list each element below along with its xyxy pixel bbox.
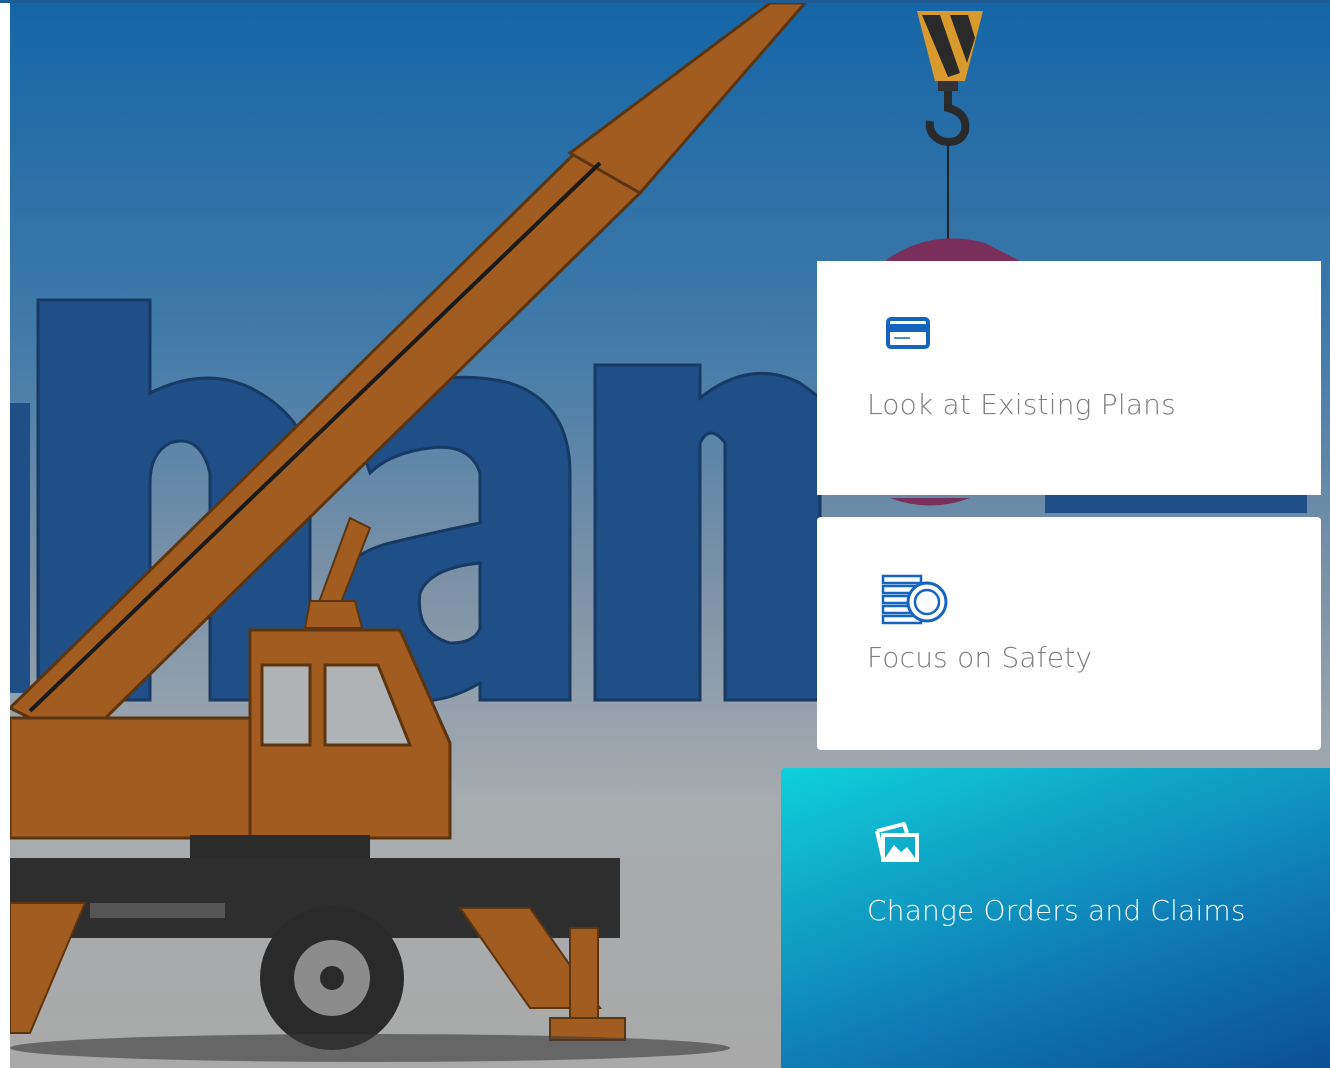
card-look-at-existing-plans[interactable]: Look at Existing Plans xyxy=(817,261,1321,495)
credit-card-icon xyxy=(886,317,930,354)
card-focus-on-safety[interactable]: Focus on Safety xyxy=(817,517,1321,750)
card-label: Focus on Safety xyxy=(867,641,1093,674)
card-label: Look at Existing Plans xyxy=(867,388,1176,421)
card-change-orders-and-claims[interactable]: Change Orders and Claims xyxy=(781,768,1330,1068)
card-label: Change Orders and Claims xyxy=(867,894,1246,927)
photos-icon xyxy=(874,821,920,868)
coin-stack-icon xyxy=(881,573,949,634)
